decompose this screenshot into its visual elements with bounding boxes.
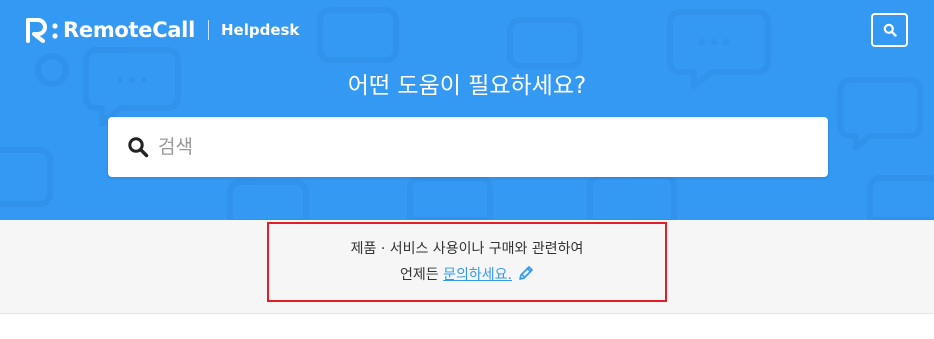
contact-notice-highlight: 제품 · 서비스 사용이나 구매와 관련하여 언제든 문의하세요.: [267, 222, 667, 302]
remotecall-logo[interactable]: RemoteCall Helpdesk: [26, 17, 299, 43]
search-icon: [883, 23, 897, 37]
search-icon: [127, 136, 149, 158]
notice-section: 제품 · 서비스 사용이나 구매와 관련하여 언제든 문의하세요.: [0, 220, 934, 314]
notice-line-2-prefix: 언제든: [400, 267, 444, 283]
pencil-icon[interactable]: [517, 265, 534, 282]
notice-line-2: 언제든 문의하세요.: [400, 262, 534, 288]
logo-subtitle: Helpdesk: [220, 21, 300, 39]
search-bar[interactable]: [108, 117, 828, 177]
notice-line-1: 제품 · 서비스 사용이나 구매와 관련하여: [350, 241, 584, 257]
contact-link[interactable]: 문의하세요.: [443, 267, 512, 283]
page-headline: 어떤 도움이 필요하세요?: [347, 73, 587, 99]
header-search-button[interactable]: [871, 13, 908, 47]
logo-text: RemoteCall: [63, 18, 195, 42]
search-input[interactable]: [158, 127, 798, 167]
hero-banner: RemoteCall Helpdesk 어떤 도움이 필요하세요?: [0, 0, 934, 220]
remotecall-r-icon: [26, 18, 58, 43]
logo-divider: [207, 20, 209, 40]
